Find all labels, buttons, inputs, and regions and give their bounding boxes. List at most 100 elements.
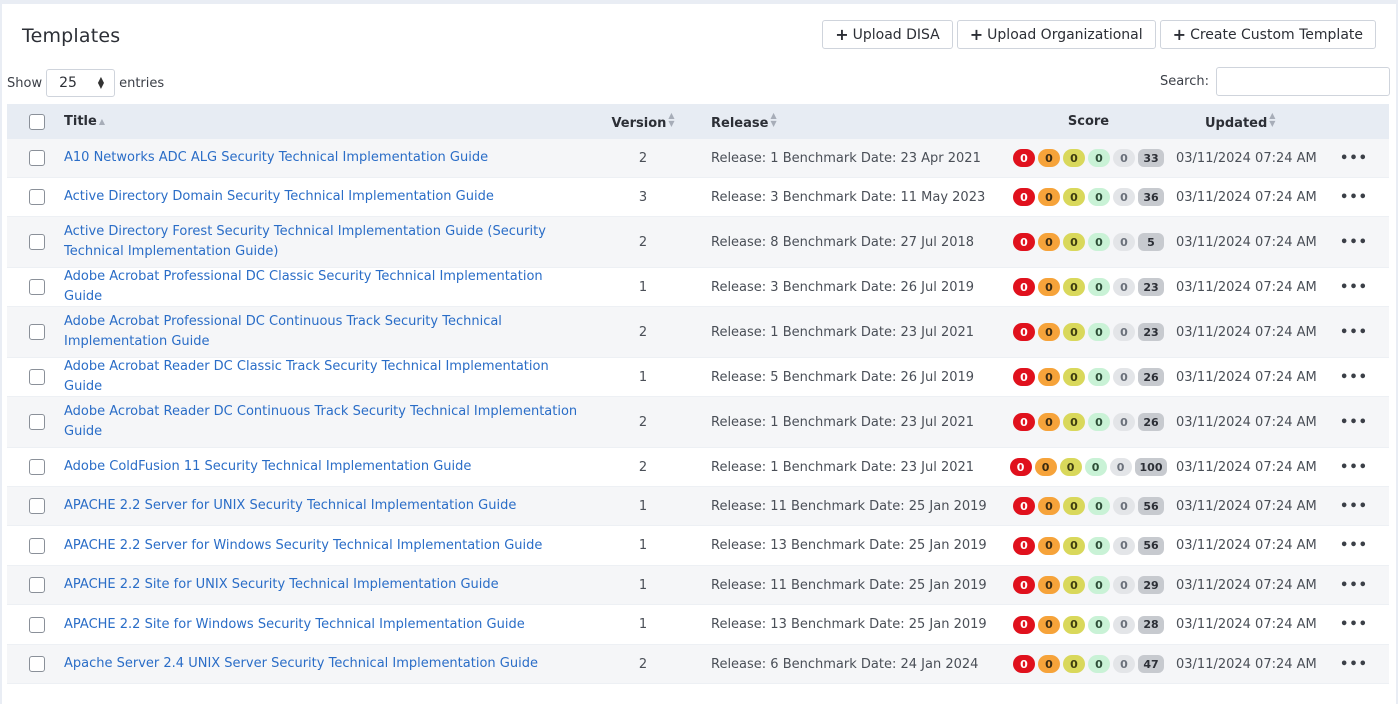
template-title-link[interactable]: Adobe Acrobat Professional DC Classic Se… <box>64 269 543 304</box>
low-count-badge: 0 <box>1088 188 1110 206</box>
more-horizontal-icon[interactable]: ••• <box>1334 190 1374 205</box>
template-title-link[interactable]: Active Directory Domain Security Technic… <box>64 189 494 204</box>
version-cell: 2 <box>584 325 702 340</box>
template-title-link[interactable]: Apache Server 2.4 UNIX Server Security T… <box>64 656 538 671</box>
upload-disa-button[interactable]: + Upload DISA <box>822 20 953 49</box>
info-count-badge: 0 <box>1113 497 1135 515</box>
low-count-badge: 0 <box>1088 655 1110 673</box>
upload-organizational-button[interactable]: + Upload Organizational <box>956 20 1156 49</box>
more-horizontal-icon[interactable]: ••• <box>1334 578 1374 593</box>
medium-count-badge: 0 <box>1063 497 1085 515</box>
template-title-link[interactable]: Adobe Acrobat Reader DC Classic Track Se… <box>64 359 549 394</box>
info-count-badge: 0 <box>1113 323 1135 341</box>
entries-per-page-select[interactable]: 25 ▲ ▼ <box>46 69 116 97</box>
medium-count-badge: 0 <box>1063 323 1085 341</box>
updated-cell: 03/11/2024 07:24 AM <box>1176 370 1334 385</box>
release-cell: Release: 11 Benchmark Date: 25 Jan 2019 <box>702 499 1001 514</box>
template-title-link[interactable]: APACHE 2.2 Site for Windows Security Tec… <box>64 617 525 632</box>
more-horizontal-icon[interactable]: ••• <box>1334 657 1374 672</box>
total-count-badge: 26 <box>1138 413 1164 431</box>
release-cell: Release: 3 Benchmark Date: 26 Jul 2019 <box>702 280 1001 295</box>
template-title-link[interactable]: Adobe ColdFusion 11 Security Technical I… <box>64 459 471 474</box>
template-title-link[interactable]: APACHE 2.2 Site for UNIX Security Techni… <box>64 577 499 592</box>
more-horizontal-icon[interactable]: ••• <box>1334 151 1374 166</box>
updated-value: 03/11/2024 07:24 AM <box>1176 498 1317 514</box>
row-checkbox[interactable] <box>28 234 45 250</box>
total-count-badge: 23 <box>1138 323 1164 341</box>
table-row: Adobe Acrobat Professional DC Classic Se… <box>7 268 1389 307</box>
score-cell: 0 0 0 0 0 36 <box>1001 188 1176 206</box>
create-custom-template-button[interactable]: + Create Custom Template <box>1159 20 1376 49</box>
template-title-link[interactable]: APACHE 2.2 Server for Windows Security T… <box>64 538 542 553</box>
row-checkbox[interactable] <box>28 498 45 514</box>
release-value: Release: 1 Benchmark Date: 23 Jul 2021 <box>711 414 975 430</box>
release-value: Release: 8 Benchmark Date: 27 Jul 2018 <box>711 234 975 250</box>
title-cell: Adobe ColdFusion 11 Security Technical I… <box>64 457 584 477</box>
row-checkbox[interactable] <box>28 150 45 166</box>
row-checkbox[interactable] <box>28 537 45 554</box>
header-title[interactable]: Title ▲ <box>64 114 584 129</box>
total-count-badge: 36 <box>1138 188 1164 206</box>
header-version[interactable]: Version▲ ▼ <box>584 112 702 132</box>
score-cell: 0 0 0 0 0 26 <box>1001 413 1176 431</box>
info-count-badge: 0 <box>1113 413 1135 431</box>
release-value: Release: 1 Benchmark Date: 23 Apr 2021 <box>711 150 981 166</box>
version-cell: 2 <box>584 657 702 672</box>
more-horizontal-icon[interactable]: ••• <box>1334 538 1374 553</box>
template-title-link[interactable]: Adobe Acrobat Reader DC Continuous Track… <box>64 404 577 439</box>
more-horizontal-icon[interactable]: ••• <box>1334 325 1374 340</box>
header-updated-label: Updated <box>1205 116 1268 131</box>
more-horizontal-icon[interactable]: ••• <box>1334 415 1374 430</box>
release-cell: Release: 1 Benchmark Date: 23 Jul 2021 <box>702 415 1001 430</box>
select-caret-icon: ▲ ▼ <box>97 75 105 90</box>
total-count-badge: 33 <box>1138 149 1164 167</box>
release-value: Release: 11 Benchmark Date: 25 Jan 2019 <box>711 498 987 514</box>
header-release[interactable]: Release▲ ▼ <box>702 112 1001 132</box>
more-horizontal-icon[interactable]: ••• <box>1334 370 1374 385</box>
info-count-badge: 0 <box>1113 615 1135 634</box>
table-row: A10 Networks ADC ALG Security Technical … <box>7 139 1389 178</box>
row-checkbox[interactable] <box>28 189 45 205</box>
more-horizontal-icon[interactable]: ••• <box>1334 235 1374 250</box>
release-cell: Release: 3 Benchmark Date: 11 May 2023 <box>702 190 1001 205</box>
row-checkbox[interactable] <box>28 414 45 430</box>
updated-cell: 03/11/2024 07:24 AM <box>1176 325 1334 340</box>
table-row: APACHE 2.2 Site for UNIX Security Techni… <box>7 566 1389 605</box>
row-checkbox[interactable] <box>28 369 45 385</box>
template-title-link[interactable]: A10 Networks ADC ALG Security Technical … <box>64 150 488 165</box>
more-horizontal-icon[interactable]: ••• <box>1334 460 1374 475</box>
row-checkbox[interactable] <box>28 279 45 295</box>
version-cell: 1 <box>584 617 702 632</box>
more-horizontal-icon[interactable]: ••• <box>1334 280 1374 295</box>
search-input[interactable] <box>1216 67 1390 96</box>
score-cell: 0 0 0 0 0 47 <box>1001 655 1176 673</box>
critical-count-badge: 0 <box>1013 149 1035 167</box>
page-title: Templates <box>22 25 121 47</box>
header-release-label: Release <box>711 116 769 131</box>
template-title-link[interactable]: Active Directory Forest Security Technic… <box>64 224 546 259</box>
row-checkbox[interactable] <box>28 459 45 475</box>
medium-count-badge: 0 <box>1063 576 1085 594</box>
select-all-checkbox[interactable] <box>28 113 45 130</box>
more-horizontal-icon[interactable]: ••• <box>1334 499 1374 514</box>
updated-cell: 03/11/2024 07:24 AM <box>1176 280 1334 295</box>
medium-count-badge: 0 <box>1059 458 1082 476</box>
row-checkbox[interactable] <box>28 324 45 340</box>
row-checkbox[interactable] <box>28 616 45 633</box>
release-cell: Release: 1 Benchmark Date: 23 Jul 2021 <box>702 460 1001 475</box>
critical-count-badge: 0 <box>1013 497 1035 515</box>
score-badges: 0 0 0 0 0 56 <box>1013 536 1164 555</box>
more-horizontal-icon[interactable]: ••• <box>1334 617 1374 632</box>
version-cell: 2 <box>584 235 702 250</box>
template-title-link[interactable]: APACHE 2.2 Server for UNIX Security Tech… <box>64 498 516 513</box>
entries-length-control: Show 25 ▲ ▼ entries <box>7 69 164 97</box>
low-count-badge: 0 <box>1088 576 1110 594</box>
score-cell: 0 0 0 0 0 100 <box>1001 458 1176 476</box>
release-value: Release: 1 Benchmark Date: 23 Jul 2021 <box>711 324 975 340</box>
row-checkbox[interactable] <box>28 577 45 593</box>
row-checkbox[interactable] <box>28 656 45 672</box>
header-updated[interactable]: Updated▲ ▼ <box>1176 112 1334 132</box>
template-title-link[interactable]: Adobe Acrobat Professional DC Continuous… <box>64 314 502 349</box>
medium-count-badge: 0 <box>1063 655 1085 673</box>
high-count-badge: 0 <box>1038 149 1060 167</box>
